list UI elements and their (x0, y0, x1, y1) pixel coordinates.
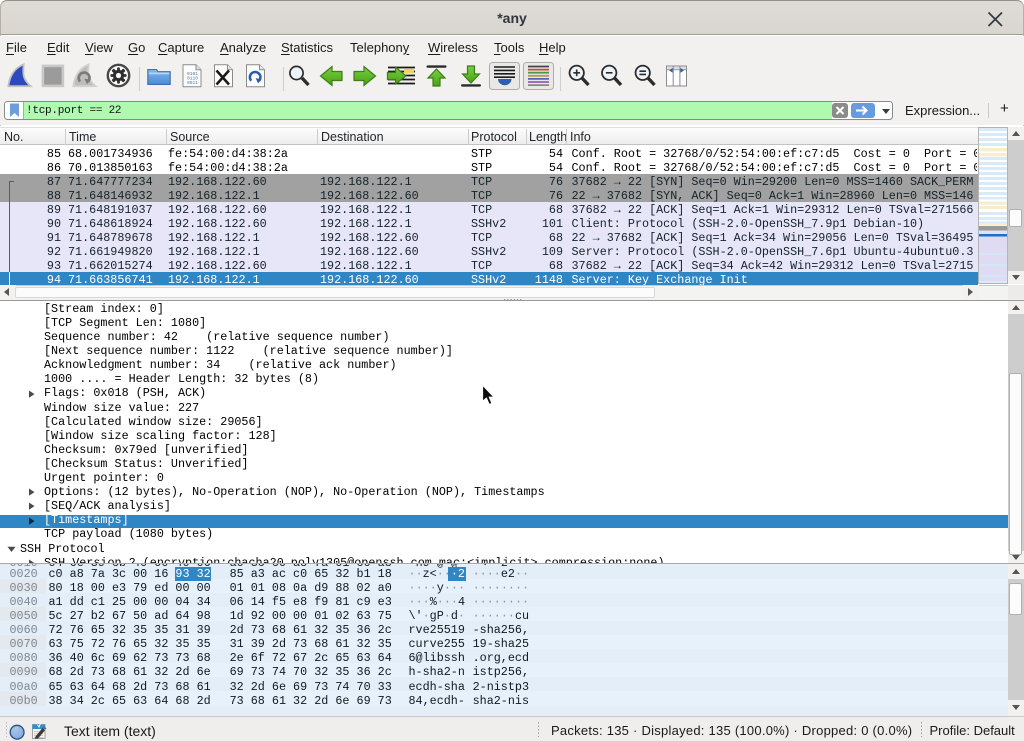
svg-text:0011: 0011 (187, 80, 198, 86)
